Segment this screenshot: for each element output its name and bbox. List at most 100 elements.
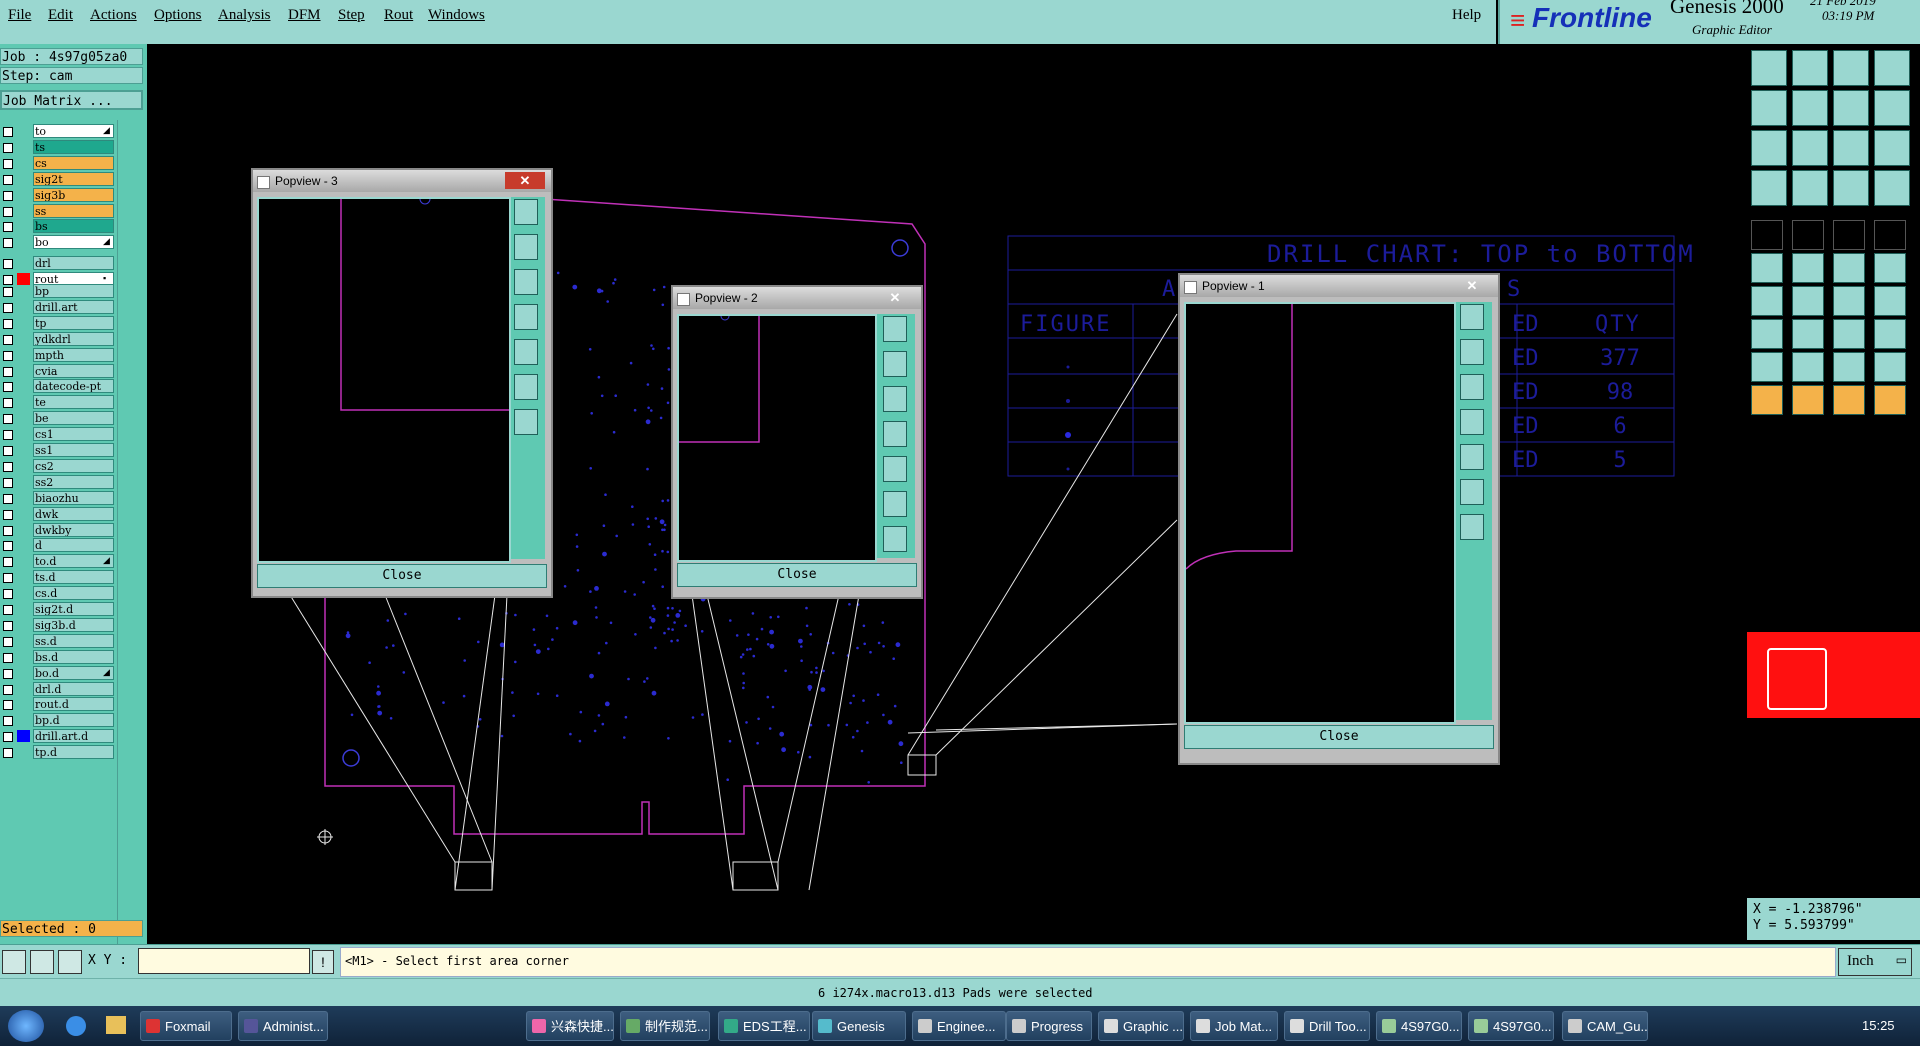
- import-icon[interactable]: [1751, 90, 1787, 126]
- layer-name-drl-d[interactable]: drl.d: [33, 681, 114, 696]
- group-icon[interactable]: [1874, 319, 1906, 349]
- popview-viewport[interactable]: [257, 193, 511, 563]
- menu-help[interactable]: Help: [1452, 7, 1481, 24]
- layer-name-cs1[interactable]: cs1: [33, 427, 114, 442]
- layer-name-tp[interactable]: tp: [33, 315, 114, 330]
- layer-row[interactable]: ss.d: [0, 633, 117, 649]
- layer-row[interactable]: tp.d: [0, 745, 117, 760]
- flip-icon[interactable]: [1833, 90, 1869, 126]
- layer-name-biaozhu[interactable]: biaozhu: [33, 490, 114, 505]
- popview-viewport[interactable]: [1184, 302, 1456, 724]
- layer-checkbox[interactable]: [3, 668, 13, 679]
- layer-name-drill-art-d[interactable]: drill.art.d: [33, 729, 114, 744]
- grid-icon[interactable]: [58, 950, 82, 974]
- layer-checkbox[interactable]: [3, 605, 13, 615]
- menu-edit[interactable]: Edit: [48, 7, 73, 24]
- layer-row[interactable]: ss2: [0, 474, 117, 490]
- layer-checkbox[interactable]: [3, 287, 13, 297]
- zoom-area-icon[interactable]: [1460, 514, 1484, 540]
- layer-checkbox[interactable]: [3, 382, 13, 393]
- layer-name-sig2t[interactable]: sig2t: [33, 171, 114, 186]
- layer-checkbox[interactable]: [3, 684, 13, 695]
- layer-checkbox[interactable]: [3, 334, 13, 345]
- layer-row[interactable]: te: [0, 395, 117, 410]
- layer-checkbox[interactable]: [3, 414, 13, 425]
- center-icon[interactable]: [1792, 130, 1828, 166]
- popview-viewport[interactable]: [677, 311, 877, 562]
- layer-checkbox[interactable]: [3, 142, 13, 153]
- layer-checkbox[interactable]: [3, 190, 13, 201]
- layer-row[interactable]: sig3b.d: [0, 617, 117, 633]
- layer-name-bs[interactable]: bs: [33, 219, 114, 234]
- layer-row[interactable]: mpth: [0, 347, 117, 363]
- layer-name-sig3b[interactable]: sig3b: [33, 187, 114, 202]
- layer-checkbox[interactable]: [3, 350, 13, 361]
- menu-step[interactable]: Step: [338, 7, 365, 24]
- layer-checkbox[interactable]: [3, 158, 13, 169]
- taskbar-item[interactable]: 4S97G0...: [1468, 1011, 1554, 1041]
- fit-icon[interactable]: [514, 374, 538, 400]
- layer-checkbox[interactable]: [3, 398, 13, 409]
- layer-checkbox[interactable]: [3, 477, 13, 488]
- layer-row[interactable]: datecode-pt: [0, 379, 117, 394]
- layer-checkbox[interactable]: [3, 541, 13, 552]
- layer-name-bo-d[interactable]: bo.d: [33, 665, 114, 680]
- layer-row[interactable]: be: [0, 411, 117, 426]
- layer-name-bp-d[interactable]: bp.d: [33, 713, 114, 728]
- layer-row[interactable]: bo.d ◢: [0, 665, 117, 681]
- info-icon[interactable]: !: [312, 950, 334, 974]
- taskbar-item[interactable]: Foxmail: [140, 1011, 232, 1041]
- layer-name-cs[interactable]: cs: [33, 155, 114, 170]
- menu-rout[interactable]: Rout: [384, 7, 413, 24]
- layer-name-cvia[interactable]: cvia: [33, 363, 114, 378]
- layer-row[interactable]: biaozhu: [0, 490, 117, 506]
- select-mode-icon[interactable]: [2, 950, 26, 974]
- layer-name-d[interactable]: d: [33, 538, 114, 553]
- bar-icon[interactable]: [1833, 220, 1865, 250]
- close-icon[interactable]: ✕: [1452, 277, 1492, 294]
- layer-name-te[interactable]: te: [33, 395, 114, 410]
- fill-icon[interactable]: [1751, 220, 1783, 250]
- layer-row[interactable]: bo ◢: [0, 235, 117, 250]
- open-icon[interactable]: [1751, 50, 1787, 86]
- layer-name-ydkdrl[interactable]: ydkdrl: [33, 331, 114, 346]
- replace-icon[interactable]: [1833, 319, 1865, 349]
- layer-name-bo[interactable]: bo: [33, 235, 114, 250]
- layer-name-sig3b-d[interactable]: sig3b.d: [33, 617, 114, 632]
- layer-row[interactable]: cvia: [0, 363, 117, 379]
- layer-checkbox[interactable]: [3, 700, 13, 711]
- pen-icon[interactable]: [1874, 253, 1906, 283]
- rout-icon[interactable]: [1874, 90, 1910, 126]
- layer-name-rout-d[interactable]: rout.d: [33, 697, 114, 712]
- dot-icon[interactable]: [1874, 220, 1906, 250]
- layer-row[interactable]: drl.d: [0, 681, 117, 697]
- layer-name-bp[interactable]: bp: [33, 284, 114, 298]
- layer-checkbox[interactable]: [3, 222, 13, 233]
- layer-name-tp-d[interactable]: tp.d: [33, 745, 114, 760]
- units-dropdown[interactable]: Inch ▭: [1838, 948, 1912, 976]
- zoom-out-icon[interactable]: [883, 386, 907, 412]
- fit-icon[interactable]: [1460, 479, 1484, 505]
- layer-row[interactable]: ss: [0, 203, 117, 219]
- align-icon[interactable]: [1874, 286, 1906, 316]
- layer-checkbox[interactable]: [3, 461, 13, 472]
- zoom-home-icon[interactable]: [883, 316, 907, 342]
- close-button[interactable]: Close: [1184, 725, 1494, 749]
- layer-name-to-d[interactable]: to.d: [33, 554, 114, 569]
- layer-row[interactable]: drl: [0, 256, 117, 271]
- fit-screen-icon[interactable]: [1751, 130, 1787, 166]
- layer-row[interactable]: dwkby: [0, 522, 117, 538]
- layer-name-be[interactable]: be: [33, 411, 114, 426]
- menu-dfm[interactable]: DFM: [288, 7, 321, 24]
- layer-checkbox[interactable]: [3, 318, 13, 329]
- arc-a-icon[interactable]: [1874, 352, 1906, 382]
- layer-name-mpth[interactable]: mpth: [33, 347, 114, 362]
- export-icon[interactable]: [1792, 90, 1828, 126]
- zoom-out-icon[interactable]: [1460, 374, 1484, 400]
- layer-name-drill-art[interactable]: drill.art: [33, 299, 114, 314]
- layer-row[interactable]: tp: [0, 315, 117, 331]
- layer-name-to[interactable]: to: [33, 124, 114, 138]
- taskbar-item[interactable]: 兴森快捷...: [526, 1011, 614, 1041]
- job-matrix-button[interactable]: Job Matrix ...: [0, 90, 143, 110]
- graphic-canvas[interactable]: DRILL CHART: TOP to BOTTOM A S FIGURE ED…: [147, 44, 1747, 944]
